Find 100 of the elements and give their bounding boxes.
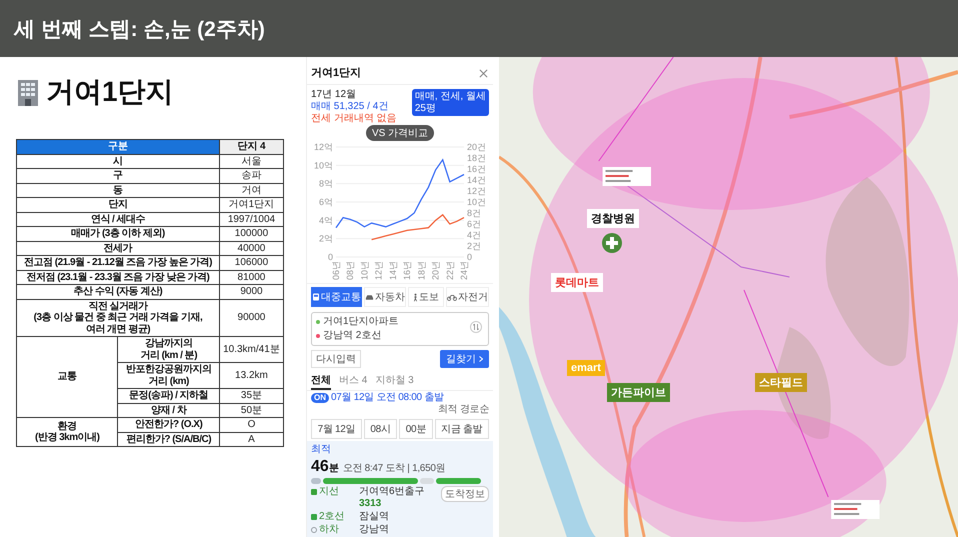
axis-label: 8건 — [467, 208, 482, 218]
table-cell: 서울 — [219, 154, 284, 168]
bus-number: 3313 — [359, 498, 382, 510]
table-cell: 송파 — [219, 168, 284, 183]
time-picker[interactable]: 00분 — [399, 419, 433, 440]
row-label: 문정(송파) / 지하철 — [118, 388, 220, 403]
table-cell: O — [219, 418, 284, 432]
route-step-line: 지선 — [311, 486, 355, 498]
route-step-place: 거여역6번출구 — [359, 486, 426, 498]
row-label: 동 — [16, 183, 220, 198]
axis-label: 10년 — [359, 261, 370, 280]
table-cell: 50분 — [219, 403, 284, 418]
axis-label: 10억 — [314, 160, 333, 171]
filter-button[interactable]: 매매, 전세, 월세 25평 — [412, 89, 489, 116]
destination-dot-icon — [316, 334, 320, 338]
row-label: 직전 실거래가 (3층 이상 물건 중 최근 거래 가격을 기재, 여러 개면 평균) — [16, 299, 220, 336]
place-label: emart — [567, 360, 605, 376]
axis-label: 8억 — [318, 178, 333, 189]
axis-label: 12억 — [314, 142, 333, 152]
place-label: 스타필드 — [755, 373, 807, 392]
reset-button[interactable]: 다시입력 — [311, 350, 361, 368]
row-label: 추산 수익 (자동 계산) — [16, 284, 220, 299]
axis-label: 20년 — [430, 261, 441, 280]
row-label: 구 — [16, 168, 220, 183]
table-header: 구분 — [16, 140, 220, 154]
table-cell: 90000 — [219, 299, 284, 336]
axis-label: 4건 — [467, 230, 482, 240]
transport-tab[interactable]: 대중교통 — [311, 287, 362, 308]
car-icon — [365, 294, 374, 301]
depart-now-button[interactable]: 지금 출발 — [434, 419, 489, 440]
destination-field[interactable]: 강남역 2호선 — [323, 330, 382, 342]
time-picker[interactable]: 08시 — [364, 419, 398, 440]
row-label: 시 — [16, 154, 220, 168]
group-label: 교통 — [16, 336, 118, 418]
bus-icon — [312, 292, 320, 302]
table-cell: 106000 — [219, 256, 284, 270]
axis-label: 06년 — [331, 261, 341, 280]
row-label: 반포한강공원까지의 거리 (km) — [118, 362, 220, 388]
route-step-place: 강남역 — [359, 524, 390, 536]
transport-tab[interactable]: 자전거 — [446, 287, 489, 308]
table-cell: 거여1단지 — [219, 198, 284, 212]
table-cell: 13.2km — [219, 362, 284, 388]
axis-label: 08년 — [345, 261, 356, 280]
axis-label: 2억 — [318, 234, 333, 244]
axis-label: 4억 — [318, 216, 333, 226]
time-picker[interactable]: 7월 12일 — [311, 419, 362, 440]
axis-label: 6억 — [318, 197, 333, 208]
row-label: 전고점 (21.9월 - 21.12월 즈음 가장 높은 가격) — [16, 256, 220, 270]
row-label: 전세가 — [16, 241, 220, 256]
table-cell: 81000 — [219, 270, 284, 284]
table-cell: 35분 — [219, 388, 284, 403]
duration-text: 46분 — [311, 457, 339, 476]
walker-icon — [413, 292, 418, 302]
sort-dropdown[interactable]: 최적 경로순 — [438, 404, 489, 416]
search-button[interactable]: 길찾기 — [440, 350, 489, 368]
route-input-box[interactable]: 거여1단지아파트 강남역 2호선 — [311, 312, 489, 346]
table-cell: 100000 — [219, 226, 284, 241]
period-text: 17년 12월 — [311, 89, 358, 102]
arrival-info-button[interactable]: 도착정보 — [441, 486, 489, 502]
chevron-right-icon — [479, 356, 483, 362]
table-cell: 1997/1004 — [219, 212, 284, 226]
route-step-line: 하차 — [311, 524, 355, 536]
place-label: 경찰병원 — [587, 209, 639, 228]
origin-field[interactable]: 거여1단지아파트 — [323, 316, 399, 328]
axis-label: 2건 — [467, 241, 482, 252]
transport-tab[interactable]: 자동차 — [364, 287, 406, 308]
building-icon — [16, 78, 40, 106]
row-label: 안전한가? (O.X) — [118, 418, 220, 432]
close-icon[interactable] — [479, 69, 488, 78]
row-label: 단지 — [16, 198, 220, 212]
table-cell: 9000 — [219, 284, 284, 299]
result-tab[interactable]: 전체 — [311, 372, 331, 390]
axis-label: 16건 — [467, 164, 486, 174]
axis-label: 18년 — [416, 261, 426, 280]
table-cell: 40000 — [219, 241, 284, 256]
arrival-text: 오전 8:47 도착 | 1,650원 — [342, 463, 446, 476]
axis-label: 16년 — [402, 261, 412, 280]
table-cell: A — [219, 432, 284, 446]
departure-toggle[interactable]: ON — [311, 393, 329, 403]
row-label: 전저점 (23.1월 - 23.3월 즈음 가장 낮은 가격) — [16, 270, 220, 284]
app-title: 거여1단지 — [311, 67, 362, 80]
axis-label: 10건 — [467, 197, 486, 208]
route-step-line: 2호선 — [311, 511, 355, 524]
transport-tab[interactable]: 도보 — [408, 287, 444, 308]
complex-title: 거여1단지 — [46, 75, 174, 109]
axis-label: 0 — [328, 252, 333, 262]
swap-icon[interactable] — [470, 321, 482, 334]
slide-title: 세 번째 스텝: 손,눈 (2주차) — [14, 16, 265, 42]
axis-label: 18건 — [467, 153, 486, 164]
axis-label: 12건 — [467, 186, 486, 196]
axis-label: 14건 — [467, 175, 486, 186]
axis-label: 6건 — [467, 219, 482, 230]
origin-dot-icon — [316, 320, 320, 324]
row-label: 강남까지의 거리 (km / 분) — [118, 336, 220, 362]
best-label: 최적 — [311, 444, 331, 456]
result-tab[interactable]: 지하철 3 — [375, 372, 414, 390]
row-label: 양재 / 차 — [118, 403, 220, 418]
departure-time[interactable]: 07월 12일 오전 08:00 출발 — [331, 392, 444, 404]
compare-button[interactable]: VS 가격비교 — [366, 125, 434, 142]
result-tab[interactable]: 버스 4 — [339, 372, 368, 390]
